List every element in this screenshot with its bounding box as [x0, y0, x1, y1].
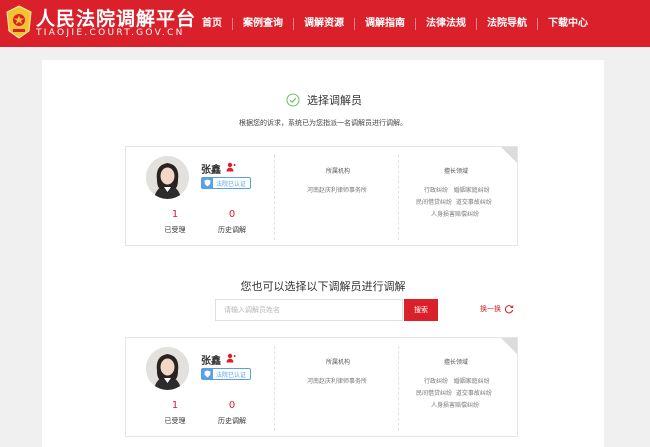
- expertise-header: 擅长领域: [444, 359, 469, 366]
- accepted-label: 已受理: [164, 417, 186, 425]
- alternative-mediators-title: 您也可以选择以下调解员进行调解: [240, 280, 406, 293]
- nav-mediation-resources[interactable]: 调解资源: [293, 17, 354, 30]
- select-mediator-title: 选择调解员: [307, 94, 362, 107]
- history-stat: 0 历史调解: [207, 209, 257, 235]
- site-title[interactable]: 人民法院调解平台: [36, 4, 196, 31]
- history-count: 0: [228, 209, 236, 220]
- expertise-header: 擅长领域: [444, 168, 469, 175]
- divider: [398, 346, 399, 431]
- card-corner-mark: [501, 147, 517, 163]
- card-corner-mark: [501, 338, 517, 354]
- nav-home[interactable]: 首页: [192, 18, 232, 30]
- mediator-name: 张鑫: [201, 165, 221, 176]
- select-mediator-heading: 选择调解员: [286, 92, 362, 108]
- nav-court-navigation[interactable]: 法院导航: [476, 17, 537, 30]
- shield-icon: [202, 369, 213, 379]
- shield-icon: [202, 178, 213, 188]
- search-button[interactable]: 搜索: [404, 299, 438, 321]
- refresh-icon[interactable]: [504, 304, 514, 314]
- accepted-stat: 1 已受理: [150, 400, 200, 426]
- history-label: 历史调解: [218, 226, 246, 234]
- user-icon: [226, 162, 236, 172]
- mediator-search-input[interactable]: [215, 299, 403, 321]
- nav-mediation-guide[interactable]: 调解指南: [354, 17, 415, 30]
- expertise-item: 人身损害赔偿纠纷: [431, 402, 480, 409]
- history-count: 0: [228, 400, 236, 411]
- verified-badge: 法院已认证: [201, 177, 252, 189]
- divider: [274, 155, 275, 240]
- accepted-label: 已受理: [164, 226, 186, 234]
- accepted-count: 1: [171, 400, 179, 411]
- expertise-item: 行政纠纷 婚姻家庭纠纷: [424, 187, 490, 194]
- accepted-stat: 1 已受理: [150, 209, 200, 235]
- organization-name: 河南赵庆利律师事务所: [307, 378, 368, 385]
- avatar: [146, 156, 189, 199]
- history-label: 历史调解: [218, 417, 246, 425]
- main-panel: 选择调解员 根据您的诉求，系统已为您指派一名调解员进行调解。 张鑫 法院已认证 …: [42, 60, 604, 447]
- accepted-count: 1: [171, 209, 179, 220]
- expertise-item: 人身损害赔偿纠纷: [431, 211, 480, 218]
- assignment-description: 根据您的诉求，系统已为您指派一名调解员进行调解。: [239, 119, 407, 127]
- expertise-item: 行政纠纷 婚姻家庭纠纷: [424, 378, 490, 385]
- divider: [274, 346, 275, 431]
- refresh-button[interactable]: 换一换: [480, 304, 514, 314]
- history-stat: 0 历史调解: [207, 400, 257, 426]
- expertise-item: 民间借贷纠纷 道交事故纠纷: [416, 390, 492, 397]
- mediator-name: 张鑫: [201, 356, 221, 367]
- avatar: [146, 347, 189, 390]
- divider: [398, 155, 399, 240]
- mediator-card[interactable]: 张鑫 法院已认证 1 已受理 0 历史调解 所属机构 河南赵庆利律师事务所 擅长…: [125, 337, 518, 437]
- verified-badge: 法院已认证: [201, 368, 252, 380]
- main-nav: 首页 案例查询 调解资源 调解指南 法律法规 法院导航 下载中心: [192, 0, 598, 47]
- mediator-card[interactable]: 张鑫 法院已认证 1 已受理 0 历史调解 所属机构 河南赵庆利律师事务所 擅长…: [125, 146, 518, 246]
- check-circle-icon: [286, 93, 300, 107]
- nav-downloads[interactable]: 下载中心: [537, 17, 598, 30]
- organization-header: 所属机构: [326, 168, 351, 175]
- nav-case-search[interactable]: 案例查询: [232, 17, 293, 30]
- nav-laws[interactable]: 法律法规: [415, 17, 476, 30]
- site-domain: TIAOJIE.COURT.GOV.CN: [36, 28, 185, 38]
- site-header: 人民法院调解平台 TIAOJIE.COURT.GOV.CN 首页 案例查询 调解…: [0, 0, 650, 47]
- court-emblem-icon[interactable]: [5, 5, 33, 39]
- refresh-label[interactable]: 换一换: [480, 304, 501, 314]
- organization-header: 所属机构: [326, 359, 351, 366]
- organization-name: 河南赵庆利律师事务所: [307, 187, 368, 194]
- user-icon: [226, 353, 236, 363]
- expertise-item: 民间借贷纠纷 道交事故纠纷: [416, 199, 492, 206]
